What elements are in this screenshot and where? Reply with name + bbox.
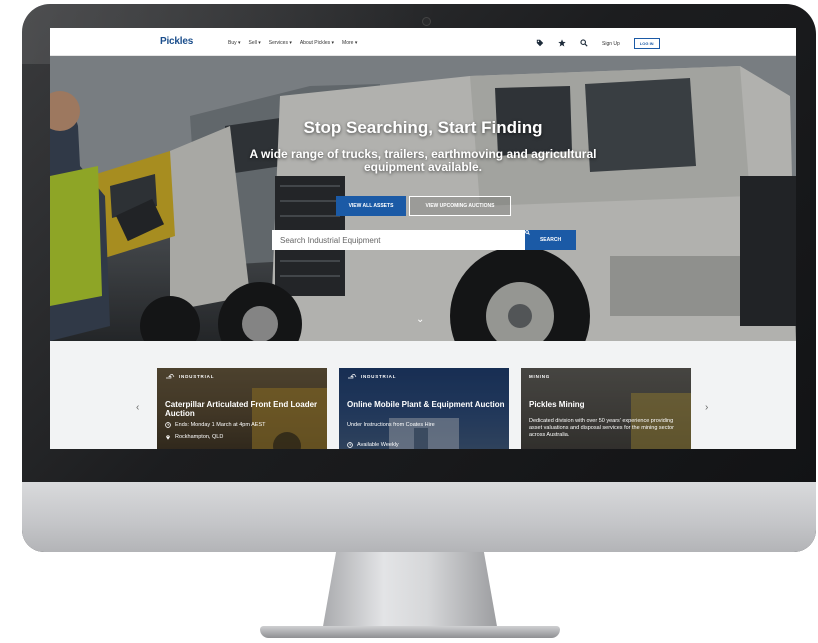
login-button[interactable]: LOG IN (633, 38, 660, 49)
clock-icon (165, 422, 171, 428)
search-input[interactable] (272, 230, 525, 250)
card-availability: Available Weekly (347, 442, 399, 448)
camera-icon (423, 18, 430, 25)
menu-buy[interactable]: Buy ▾ (228, 40, 241, 46)
menu-services[interactable]: Services ▾ (269, 40, 292, 46)
star-icon[interactable] (558, 38, 566, 49)
view-upcoming-auctions-button[interactable]: VIEW UPCOMING AUCTIONS (409, 196, 511, 216)
card-category: INDUSTRIAL (347, 374, 396, 379)
next-arrow-icon[interactable]: › (705, 402, 708, 413)
search-icon (525, 230, 530, 235)
menu-about[interactable]: About Pickles ▾ (300, 40, 334, 46)
card-description: Dedicated division with over 50 years' e… (529, 418, 674, 438)
excavator-icon (348, 374, 357, 379)
main-menu: Buy ▾ Sell ▾ Services ▾ About Pickles ▾ … (228, 40, 357, 46)
card-caterpillar[interactable]: INDUSTRIAL Caterpillar Articulated Front… (157, 368, 327, 449)
card-end-time: Ends: Monday 1 March at 4pm AEST (165, 422, 266, 428)
hero-title: Stop Searching, Start Finding (303, 118, 543, 137)
menu-more[interactable]: More ▾ (342, 40, 357, 46)
card-category: INDUSTRIAL (165, 374, 214, 379)
search-button-label: SEARCH (539, 237, 562, 243)
excavator-icon (166, 374, 175, 379)
location-pin-icon (166, 435, 170, 440)
card-category: MINING (529, 374, 551, 379)
featured-cards: ‹ INDUSTRIAL Caterpillar Articulated Fro… (50, 341, 796, 449)
screen: Pickles Buy ▾ Sell ▾ Services ▾ About Pi… (50, 28, 796, 449)
card-location: Rockhampton, QLD (165, 434, 223, 440)
card-title: Online Mobile Plant & Equipment Auction (347, 400, 505, 409)
tag-icon[interactable] (536, 39, 544, 49)
clock-icon (347, 442, 353, 448)
signup-link[interactable]: Sign Up (602, 41, 620, 47)
pickles-logo[interactable]: Pickles (160, 36, 193, 47)
imac-chin (22, 482, 816, 552)
search-icon[interactable] (580, 38, 588, 49)
prev-arrow-icon[interactable]: ‹ (136, 402, 139, 413)
hero-banner: Stop Searching, Start Finding A wide ran… (50, 56, 796, 341)
view-all-assets-button[interactable]: VIEW ALL ASSETS (336, 196, 406, 216)
card-title: Pickles Mining (529, 400, 585, 409)
card-mobile-plant[interactable]: INDUSTRIAL Online Mobile Plant & Equipme… (339, 368, 509, 449)
nav-actions: Sign Up LOG IN (536, 38, 660, 49)
search-button[interactable]: SEARCH (525, 230, 576, 250)
top-nav: Pickles Buy ▾ Sell ▾ Services ▾ About Pi… (50, 28, 796, 56)
card-title: Caterpillar Articulated Front End Loader… (165, 400, 318, 418)
imac-stand (322, 552, 498, 632)
card-note: Under Instructions from Coates Hire (347, 422, 435, 428)
menu-sell[interactable]: Sell ▾ (249, 40, 261, 46)
card-mining[interactable]: MINING Pickles Mining Dedicated division… (521, 368, 691, 449)
hero-subtitle: A wide range of trucks, trailers, earthm… (249, 147, 597, 174)
chevron-down-icon[interactable]: ⌄ (416, 314, 424, 325)
imac-foot (260, 626, 560, 638)
